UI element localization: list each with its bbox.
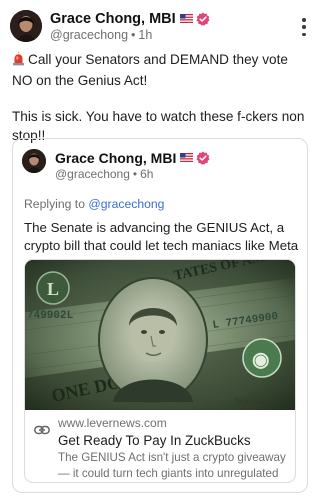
avatar[interactable]	[10, 10, 42, 42]
author-name[interactable]: Grace Chong, MBI	[50, 11, 176, 27]
link-title[interactable]: Get Ready To Pay In ZuckBucks	[58, 432, 290, 449]
verified-badge-icon	[196, 151, 210, 165]
replying-to-handle[interactable]: @gracechong	[88, 197, 164, 211]
post-text-line-1: Call your Senators and DEMAND they vote …	[12, 52, 292, 88]
post-meta: @gracechong • 1h	[50, 28, 210, 42]
link-domain: www.levernews.com	[58, 416, 167, 430]
more-options-icon[interactable]	[298, 18, 310, 36]
replying-to: Replying to @gracechong	[24, 197, 164, 211]
replying-to-label: Replying to	[24, 197, 85, 211]
post-header: Grace Chong, MBI @gracechong • 1h	[10, 10, 310, 44]
us-flag-icon	[179, 14, 193, 23]
dollar-bill-portrait-image[interactable]: L 749902L TATES OF AMERICA L 77749900 ON…	[25, 260, 295, 410]
quoted-author-name[interactable]: Grace Chong, MBI	[55, 150, 176, 166]
svg-text:L: L	[47, 279, 59, 299]
quoted-handle[interactable]: @gracechong	[55, 167, 130, 181]
post-card: Grace Chong, MBI @gracechong • 1h Call y…	[0, 0, 319, 500]
author-block: Grace Chong, MBI @gracechong • 1h	[50, 10, 210, 42]
quoted-author-block: Grace Chong, MBI @gracechong • 6h	[55, 149, 210, 181]
post-time[interactable]: 1h	[138, 28, 152, 42]
meta-separator: •	[132, 167, 138, 181]
meta-separator: •	[131, 28, 136, 42]
link-description: The GENIUS Act isn't just a crypto givea…	[58, 451, 286, 480]
quoted-avatar[interactable]	[22, 149, 46, 173]
post-body: Call your Senators and DEMAND they vote …	[12, 51, 310, 145]
siren-icon	[12, 52, 25, 72]
verified-badge-icon	[196, 12, 210, 26]
link-icon	[34, 422, 50, 443]
quoted-meta: @gracechong • 6h	[55, 167, 210, 181]
svg-text:749902L: 749902L	[27, 310, 74, 322]
us-flag-icon	[180, 153, 194, 162]
author-handle[interactable]: @gracechong	[50, 28, 128, 42]
svg-text:Signature: Signature	[235, 396, 270, 406]
quoted-time[interactable]: 6h	[140, 167, 153, 181]
quoted-post[interactable]: Grace Chong, MBI @gracechong • 6h Replyi…	[12, 138, 308, 493]
svg-text:◉: ◉	[252, 349, 269, 371]
link-info: www.levernews.com Get Ready To Pay In Zu…	[58, 416, 290, 482]
link-preview-card[interactable]: L 749902L TATES OF AMERICA L 77749900 ON…	[24, 259, 296, 483]
